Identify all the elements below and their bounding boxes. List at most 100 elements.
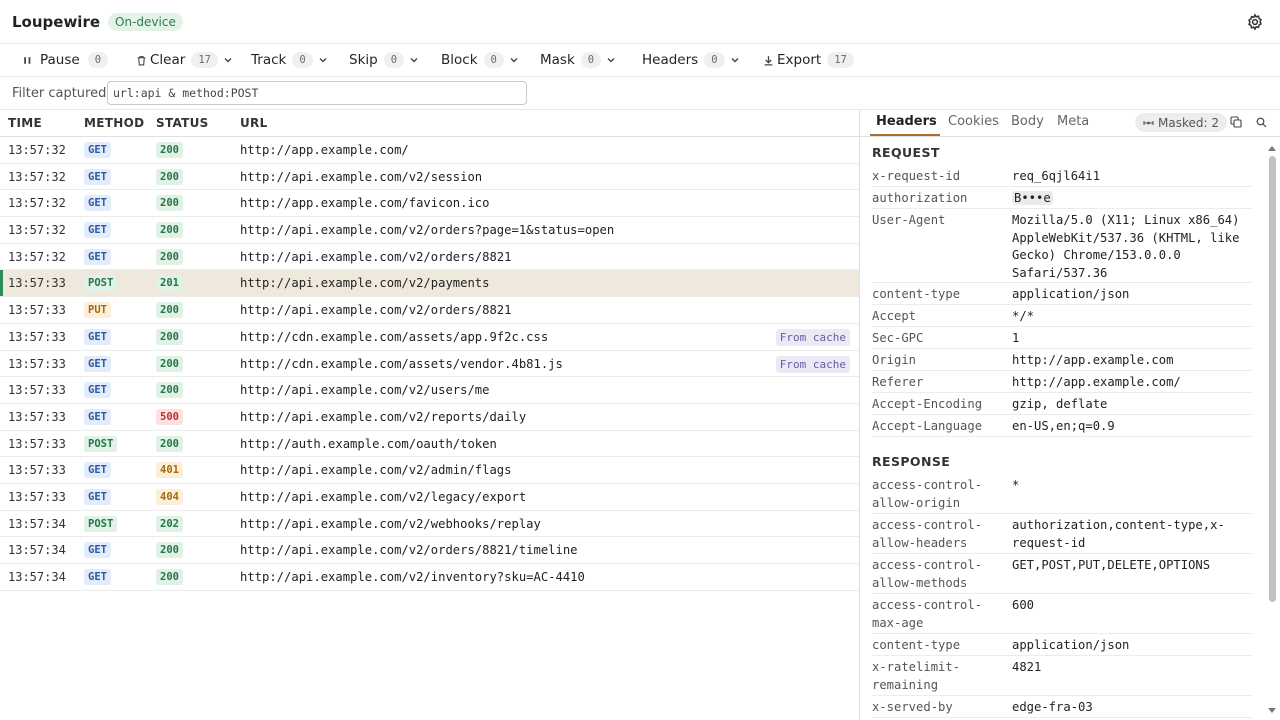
header-value[interactable]: */* (1012, 308, 1252, 326)
table-row[interactable]: 13:57:34 GET 200 http://api.example.com/v2/… (0, 564, 859, 591)
table-row[interactable]: 13:57:34 GET 200 http://api.example.com/v2/… (0, 537, 859, 564)
row-time: 13:57:34 (8, 543, 66, 558)
table-row[interactable]: 13:57:32 GET 200 http://api.example.com/v2/… (0, 217, 859, 244)
filter-bar: Filter captured (0, 77, 1280, 110)
header-value[interactable]: req_6qjl64i1 (1012, 168, 1252, 186)
header-key: Origin (872, 353, 917, 367)
skip-count: 0 (383, 52, 405, 68)
mask-button[interactable]: Mask 0 (540, 44, 616, 77)
row-url: http://api.example.com/v2/payments (240, 276, 490, 291)
chevron-down-icon[interactable] (730, 55, 740, 65)
row-url: http://api.example.com/v2/legacy/export (240, 489, 527, 504)
header-row: x-ratelimit-remaining 4821 (872, 656, 1252, 696)
header-value[interactable]: 600 (1012, 597, 1252, 615)
block-label: Block (441, 52, 478, 68)
header-value[interactable]: en-US,en;q=0.9 (1012, 418, 1252, 436)
from-cache-badge: From cache (775, 328, 850, 346)
chevron-down-icon[interactable] (318, 55, 328, 65)
row-time: 13:57:32 (8, 223, 66, 238)
row-time: 13:57:33 (8, 356, 66, 371)
pause-button[interactable]: Pause 0 (22, 44, 109, 77)
chevron-down-icon[interactable] (606, 55, 616, 65)
header-value[interactable]: http://app.example.com (1012, 352, 1252, 370)
block-button[interactable]: Block 0 (441, 44, 519, 77)
mask-label: Mask (540, 52, 575, 68)
scroll-thumb[interactable] (1269, 156, 1276, 602)
table-row[interactable]: 13:57:32 GET 200 http://api.example.com/v2/… (0, 244, 859, 271)
table-row[interactable]: 13:57:33 GET 401 http://api.example.com/v2/… (0, 457, 859, 484)
table-row[interactable]: 13:57:33 GET 500 http://api.example.com/v2/… (0, 404, 859, 431)
table-row[interactable]: 13:57:33 POST 200 http://auth.example.com/o… (0, 431, 859, 458)
tab-cookies[interactable]: Cookies (948, 114, 999, 129)
header-value[interactable]: 1 (1012, 330, 1252, 348)
row-url: http://app.example.com/ (240, 143, 409, 157)
column-time[interactable]: TIME (8, 116, 42, 130)
header-value[interactable]: GET,POST,PUT,DELETE,OPTIONS (1012, 557, 1252, 575)
header-value-text: 600 (1012, 598, 1035, 612)
scroll-up-arrow[interactable] (1268, 146, 1276, 151)
header-value[interactable]: http://app.example.com/ (1012, 374, 1252, 392)
table-row[interactable]: 13:57:32 GET 200 http://app.example.com/ (0, 137, 859, 164)
row-url: http://api.example.com/v2/reports/daily (240, 409, 527, 424)
header-value[interactable]: B•••e (1012, 190, 1252, 208)
header-value[interactable]: Mozilla/5.0 (X11; Linux x86_64) AppleWeb… (1012, 212, 1252, 282)
tab-headers[interactable]: Headers (876, 114, 937, 129)
chevron-down-icon[interactable] (509, 55, 519, 65)
table-row[interactable]: 13:57:33 GET 200 http://cdn.example.com/ass… (0, 351, 859, 378)
status-badge: 200 (156, 168, 183, 185)
filter-input[interactable] (107, 81, 527, 105)
header-value[interactable]: 4821 (1012, 659, 1252, 677)
chevron-down-icon[interactable] (409, 55, 419, 65)
column-method[interactable]: METHOD (84, 116, 144, 130)
table-row[interactable]: 13:57:33 PUT 200 http://api.example.com/v2/… (0, 297, 859, 324)
row-time: 13:57:33 (8, 329, 66, 344)
table-header: TIME METHOD STATUS URL (0, 110, 859, 137)
method-badge: GET (84, 248, 111, 265)
header-value[interactable]: edge-fra-03 (1012, 699, 1252, 717)
clear-button[interactable]: Clear 17 (136, 44, 233, 77)
status-badge: 200 (156, 222, 183, 239)
header-value-text: gzip, deflate (1012, 397, 1108, 411)
method-badge: PUT (84, 302, 111, 319)
chevron-down-icon[interactable] (223, 55, 233, 65)
method-badge: POST (84, 275, 118, 292)
row-time: 13:57:33 (8, 276, 66, 291)
table-row[interactable]: 13:57:33 GET 200 http://api.example.com/v2/… (0, 377, 859, 404)
row-time: 13:57:32 (8, 169, 66, 184)
search-icon[interactable] (1256, 117, 1267, 128)
header-row: Accept */* (872, 305, 1252, 327)
export-button[interactable]: Export 17 (763, 44, 854, 77)
masked-badge[interactable]: Masked: 2 (1135, 113, 1227, 132)
row-url: http://api.example.com/v2/admin/flags (240, 463, 512, 478)
table-row[interactable]: 13:57:34 POST 202 http://api.example.com/v2… (0, 511, 859, 538)
method-badge: GET (84, 328, 111, 345)
table-row[interactable]: 13:57:33 POST 201 http://api.example.com/v2… (0, 270, 859, 298)
header-key: Accept-Encoding (872, 397, 983, 411)
pause-label: Pause (40, 52, 80, 68)
scroll-down-arrow[interactable] (1268, 708, 1276, 713)
table-row[interactable]: 13:57:33 GET 404 http://api.example.com/v2/… (0, 484, 859, 511)
table-row[interactable]: 13:57:32 GET 200 http://app.example.com/fav… (0, 190, 859, 218)
gear-icon[interactable] (1246, 13, 1264, 31)
status-badge: 500 (156, 408, 183, 425)
header-value[interactable]: authorization,content-type,x-request-id (1012, 517, 1252, 552)
header-value[interactable]: application/json (1012, 286, 1252, 304)
export-label: Export (777, 52, 822, 68)
table-row[interactable]: 13:57:32 GET 200 http://api.example.com/v2/… (0, 164, 859, 191)
tab-meta[interactable]: Meta (1057, 114, 1089, 129)
column-url[interactable]: URL (240, 116, 268, 130)
header-value[interactable]: application/json (1012, 637, 1252, 655)
headers-label: Headers (642, 52, 699, 68)
copy-icon[interactable] (1230, 116, 1242, 128)
table-row[interactable]: 13:57:33 GET 200 http://cdn.example.com/ass… (0, 324, 859, 351)
tab-body[interactable]: Body (1011, 114, 1044, 129)
column-status[interactable]: STATUS (156, 116, 209, 130)
header-value[interactable]: * (1012, 477, 1252, 495)
header-value[interactable]: gzip, deflate (1012, 396, 1252, 414)
row-time: 13:57:33 (8, 409, 66, 424)
headers-count: 0 (704, 52, 725, 68)
track-button[interactable]: Track 0 (251, 44, 328, 77)
detail-scrollbar[interactable] (1267, 146, 1277, 716)
headers-button[interactable]: Headers 0 (642, 44, 740, 77)
skip-button[interactable]: Skip 0 (349, 44, 419, 77)
